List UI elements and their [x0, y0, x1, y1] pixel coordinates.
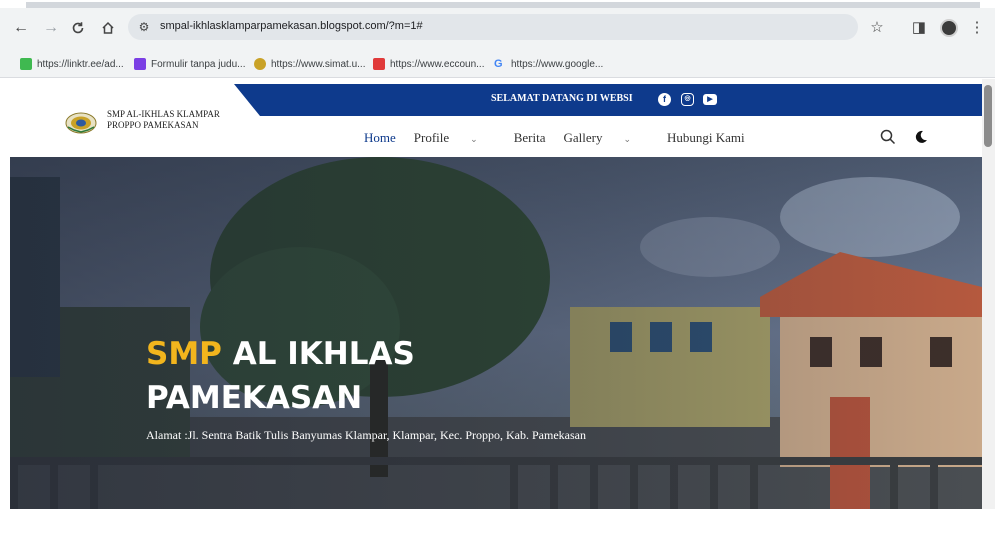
browser-chrome: ← → ⚙ smpal-ikhlasklamparpamekasan.blogs…	[0, 8, 995, 78]
youtube-icon[interactable]: ▶	[703, 94, 717, 105]
forms-icon	[134, 58, 146, 70]
menu-berita[interactable]: Berita	[514, 130, 546, 146]
back-icon[interactable]: ←	[10, 17, 32, 39]
bookmark-item[interactable]: Formulir tanpa judu...	[134, 56, 246, 72]
address-url[interactable]: smpal-ikhlasklamparpamekasan.blogspot.co…	[160, 20, 423, 32]
menu-profile[interactable]: Profile ⌄	[414, 130, 496, 146]
school-name[interactable]: SMP AL-IKHLAS KLAMPAR PROPPO PAMEKASAN	[107, 109, 220, 131]
hero-title: SMP AL IKHLAS PAMEKASAN	[146, 336, 415, 416]
site-header: SELAMAT DATANG DI WEBSI f ◎ ▶ SMP AL-IKH…	[10, 79, 982, 157]
bookmark-item[interactable]: https://www.simat.u...	[254, 56, 365, 72]
chevron-down-icon: ⌄	[623, 134, 632, 144]
home-icon[interactable]	[97, 17, 119, 39]
chevron-down-icon: ⌄	[470, 134, 478, 144]
hero-banner: SMP AL IKHLAS PAMEKASAN Alamat :Jl. Sent…	[10, 157, 982, 509]
side-panel-icon[interactable]: ◨	[908, 17, 930, 39]
menu-kebab-icon[interactable]: ⋮	[966, 17, 988, 39]
browser-toolbar: ← → ⚙ smpal-ikhlasklamparpamekasan.blogs…	[0, 8, 995, 48]
scrollbar-thumb[interactable]	[984, 85, 992, 147]
search-icon[interactable]	[880, 129, 896, 145]
bookmark-item[interactable]: https://www.eccoun...	[373, 56, 485, 72]
hero-address: Alamat :Jl. Sentra Batik Tulis Banyumas …	[146, 428, 586, 442]
google-icon: G	[494, 58, 503, 70]
bookmark-item[interactable]: https://linktr.ee/ad...	[20, 56, 124, 72]
page-scrollbar[interactable]	[982, 79, 995, 509]
bookmarks-bar: https://linktr.ee/ad... Formulir tanpa j…	[0, 48, 995, 78]
dark-mode-moon-icon[interactable]	[914, 130, 928, 144]
website-viewport: SELAMAT DATANG DI WEBSI f ◎ ▶ SMP AL-IKH…	[10, 79, 982, 509]
simat-icon	[254, 58, 266, 70]
bookmark-star-icon[interactable]: ☆	[866, 17, 888, 39]
reload-icon[interactable]	[67, 17, 89, 39]
instagram-icon[interactable]: ◎	[681, 93, 694, 106]
forward-icon[interactable]: →	[40, 17, 62, 39]
address-bar[interactable]: ⚙ smpal-ikhlasklamparpamekasan.blogspot.…	[128, 14, 858, 40]
welcome-text: SELAMAT DATANG DI WEBSI	[491, 93, 633, 104]
menu-hubungi-kami[interactable]: Hubungi Kami	[667, 130, 745, 146]
eccount-icon	[373, 58, 385, 70]
school-logo[interactable]	[65, 112, 97, 134]
profile-avatar[interactable]	[940, 19, 958, 37]
menu-gallery[interactable]: Gallery ⌄	[563, 130, 649, 146]
bookmark-item[interactable]: Ghttps://www.google...	[494, 56, 603, 72]
main-menu: Home Profile ⌄ Berita Gallery ⌄ Hubungi Ka…	[364, 130, 763, 146]
linktree-icon	[20, 58, 32, 70]
facebook-icon[interactable]: f	[658, 93, 671, 106]
top-strip	[0, 0, 995, 8]
top-blue-bar: SELAMAT DATANG DI WEBSI f ◎ ▶	[234, 84, 982, 116]
site-settings-icon[interactable]: ⚙	[136, 19, 152, 35]
menu-home[interactable]: Home	[364, 130, 396, 146]
